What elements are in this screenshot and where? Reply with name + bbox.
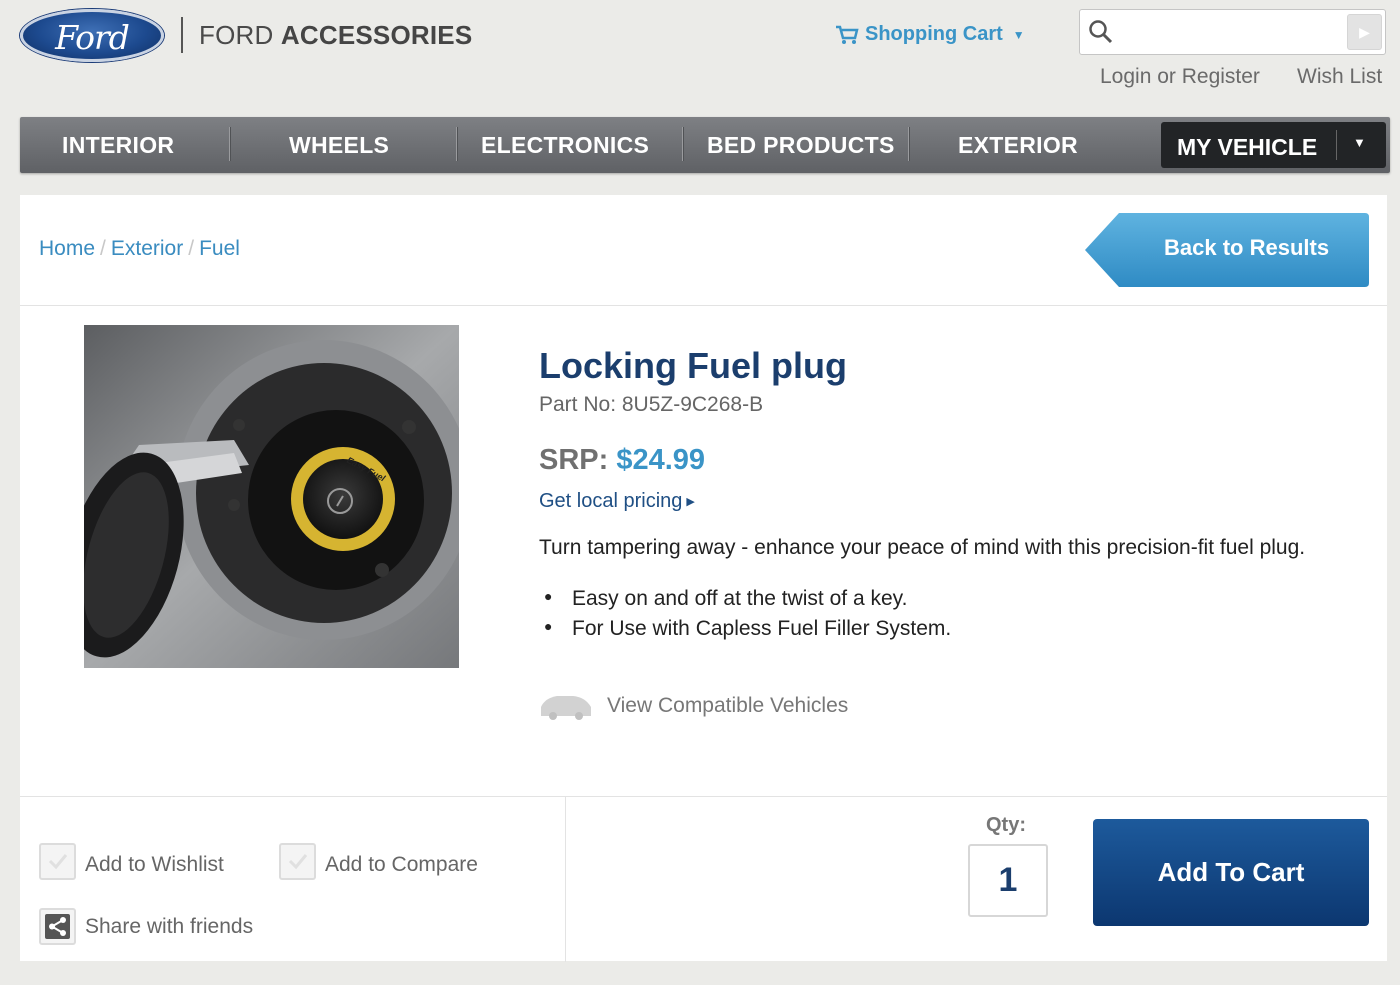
shopping-cart-link[interactable]: Shopping Cart ▼ — [835, 23, 1025, 46]
breadcrumb-fuel[interactable]: Fuel — [199, 237, 240, 260]
car-icon — [541, 696, 591, 720]
breadcrumb-home[interactable]: Home — [39, 237, 95, 260]
nav-item-wheels[interactable]: WHEELS — [289, 117, 389, 173]
my-vehicle-label: MY VEHICLE — [1177, 134, 1318, 160]
checkmark-icon — [48, 854, 68, 870]
fuel-plug-photo: Easy Fuel — [84, 325, 459, 668]
chevron-down-icon: ▼ — [1012, 27, 1025, 42]
caret-right-icon: ▶ — [686, 496, 695, 508]
search-input[interactable] — [1122, 18, 1340, 46]
nav-item-interior[interactable]: INTERIOR — [62, 117, 174, 173]
quantity-label: Qty: — [986, 814, 1026, 836]
action-divider — [565, 797, 566, 962]
quantity-input[interactable]: 1 — [968, 844, 1048, 917]
breadcrumb-separator: / — [100, 237, 106, 260]
back-to-results-label: Back to Results — [1164, 235, 1330, 260]
add-to-compare-checkbox[interactable] — [279, 843, 316, 880]
share-button[interactable] — [39, 908, 76, 945]
chevron-right-icon: ▶ — [1359, 24, 1370, 40]
cart-label: Shopping Cart — [865, 23, 1003, 45]
product-panel: Home / Exterior / Fuel Back to Results Easy … — [20, 195, 1387, 962]
cart-icon — [836, 25, 859, 44]
back-to-results-button[interactable]: Back to Results — [1085, 213, 1369, 287]
share-with-friends-label[interactable]: Share with friends — [85, 915, 253, 939]
share-icon — [45, 914, 70, 939]
breadcrumb-exterior[interactable]: Exterior — [111, 237, 183, 260]
wish-list-link[interactable]: Wish List — [1297, 65, 1382, 89]
nav-item-exterior[interactable]: EXTERIOR — [958, 117, 1078, 173]
brand-divider — [181, 17, 183, 53]
nav-divider — [456, 127, 458, 161]
nav-divider — [908, 127, 910, 161]
nav-item-electronics[interactable]: ELECTRONICS — [481, 117, 649, 173]
action-bar: Add to Wishlist Add to Compare Share wit… — [20, 796, 1387, 962]
product-image[interactable]: Easy Fuel — [84, 325, 459, 668]
breadcrumb-bar: Home / Exterior / Fuel Back to Results — [20, 195, 1387, 306]
checkmark-icon — [288, 854, 308, 870]
get-local-pricing-link[interactable]: Get local pricing ▶ — [539, 490, 695, 513]
brand-light: FORD — [199, 20, 274, 50]
price-row: SRP: $24.99 — [539, 444, 705, 477]
part-number: Part No: 8U5Z-9C268-B — [539, 393, 764, 416]
search-icon — [1089, 20, 1113, 44]
nav-item-bed-products[interactable]: BED PRODUCTS — [707, 117, 895, 173]
feature-list: Easy on and off at the twist of a key. F… — [544, 587, 951, 647]
breadcrumb-separator: / — [188, 237, 195, 260]
add-to-wishlist-checkbox[interactable] — [39, 843, 76, 880]
logo-text: Ford — [55, 18, 130, 57]
site-brand[interactable]: FORD ACCESSORIES — [199, 20, 472, 51]
breadcrumb: Home / Exterior / Fuel — [39, 237, 240, 261]
add-to-cart-button[interactable]: Add To Cart — [1093, 819, 1369, 926]
ford-logo[interactable]: Ford — [20, 9, 164, 62]
search-box: ▶ — [1079, 9, 1386, 55]
brand-bold: ACCESSORIES — [280, 20, 473, 50]
chevron-down-icon[interactable]: ▼ — [1353, 135, 1366, 150]
product-price: $24.99 — [616, 444, 706, 476]
nav-divider — [229, 127, 231, 161]
nav-divider — [682, 127, 684, 161]
product-description: Turn tampering away - enhance your peace… — [539, 536, 1306, 559]
compatible-vehicles-label: View Compatible Vehicles — [607, 694, 849, 717]
add-to-wishlist-label[interactable]: Add to Wishlist — [85, 853, 224, 877]
login-register-link[interactable]: Login or Register — [1100, 65, 1260, 89]
add-to-compare-label[interactable]: Add to Compare — [325, 853, 478, 877]
my-vehicle-dropdown[interactable]: MY VEHICLE ▼ — [1161, 122, 1386, 168]
dropdown-divider — [1336, 130, 1337, 160]
product-title: Locking Fuel plug — [539, 345, 847, 386]
main-nav: INTERIOR WHEELS ELECTRONICS BED PRODUCTS… — [20, 117, 1390, 173]
search-submit-button[interactable]: ▶ — [1347, 14, 1382, 50]
srp-label: SRP: — [539, 444, 609, 476]
feature-item: For Use with Capless Fuel Filler System. — [544, 617, 951, 647]
local-pricing-label: Get local pricing — [539, 490, 683, 512]
view-compatible-vehicles-link[interactable]: View Compatible Vehicles — [539, 692, 848, 720]
feature-item: Easy on and off at the twist of a key. — [544, 587, 951, 617]
